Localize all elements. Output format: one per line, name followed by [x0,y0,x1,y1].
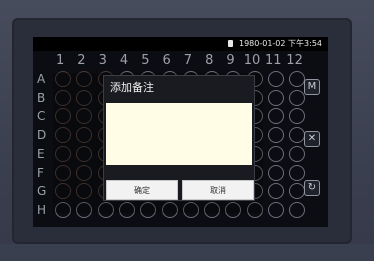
well-C11[interactable] [268,108,284,125]
well-H12[interactable] [289,201,306,218]
column-label: 6 [162,53,171,68]
refresh-icon: ↻ [307,182,317,193]
row-label: A [37,72,46,86]
column-label: 11 [265,53,282,68]
well-E11[interactable] [268,145,284,162]
column-label: 7 [183,53,193,68]
status-time: 下午3:54 [288,39,322,48]
column-label: 12 [286,53,303,68]
row-label: C [37,109,46,124]
column-label: 5 [141,53,150,68]
column-label: 2 [77,53,86,68]
touch-screen: 1980-01-02 下午3:54 1 2 3 4 5 6 7 8 9 10 11 12 ABCDEF… [33,37,328,227]
reset-button[interactable]: ↻ [304,180,320,196]
status-date: 1980-01-02 [238,39,286,48]
well-D11[interactable] [268,127,284,144]
column-label: 3 [98,53,107,68]
battery-icon [228,40,234,47]
row-label: H [37,202,47,217]
column-label: 1 [56,53,65,68]
well-D12[interactable] [289,127,306,144]
well-E12[interactable] [289,145,306,162]
device-bottom-edge [0,244,374,261]
well-B11[interactable] [268,89,284,106]
mark-button-label: M [307,81,317,92]
row-label: D [37,128,47,143]
row-label: B [37,90,46,105]
well-F12[interactable] [289,164,306,181]
well-A12[interactable] [289,71,306,87]
close-icon: ✕ [307,133,317,144]
well-B12[interactable] [289,89,306,106]
mark-button[interactable]: M [304,79,320,95]
column-label: 8 [205,53,214,68]
column-label: 4 [119,53,129,68]
add-note-dialog: 添加备注 确定 取消 [103,75,255,201]
cancel-button[interactable]: 取消 [182,180,254,200]
well-C12[interactable] [289,108,306,125]
note-input[interactable] [106,103,252,165]
well-G12[interactable] [289,183,306,200]
status-bar: 1980-01-02 下午3:54 [33,37,328,51]
well-F11[interactable] [268,164,284,181]
row-label: E [37,146,45,161]
well-A11[interactable] [268,71,284,87]
status-readout: 1980-01-02 下午3:54 [228,38,322,50]
confirm-button[interactable]: 确定 [106,180,178,200]
well-G11[interactable] [268,183,284,200]
column-label: 10 [243,53,261,68]
row-label: G [37,184,47,199]
clear-button[interactable]: ✕ [304,131,320,147]
row-label: F [37,165,44,180]
well-H11[interactable] [268,201,284,218]
column-label: 9 [226,53,235,68]
dialog-title: 添加备注 [110,81,154,94]
